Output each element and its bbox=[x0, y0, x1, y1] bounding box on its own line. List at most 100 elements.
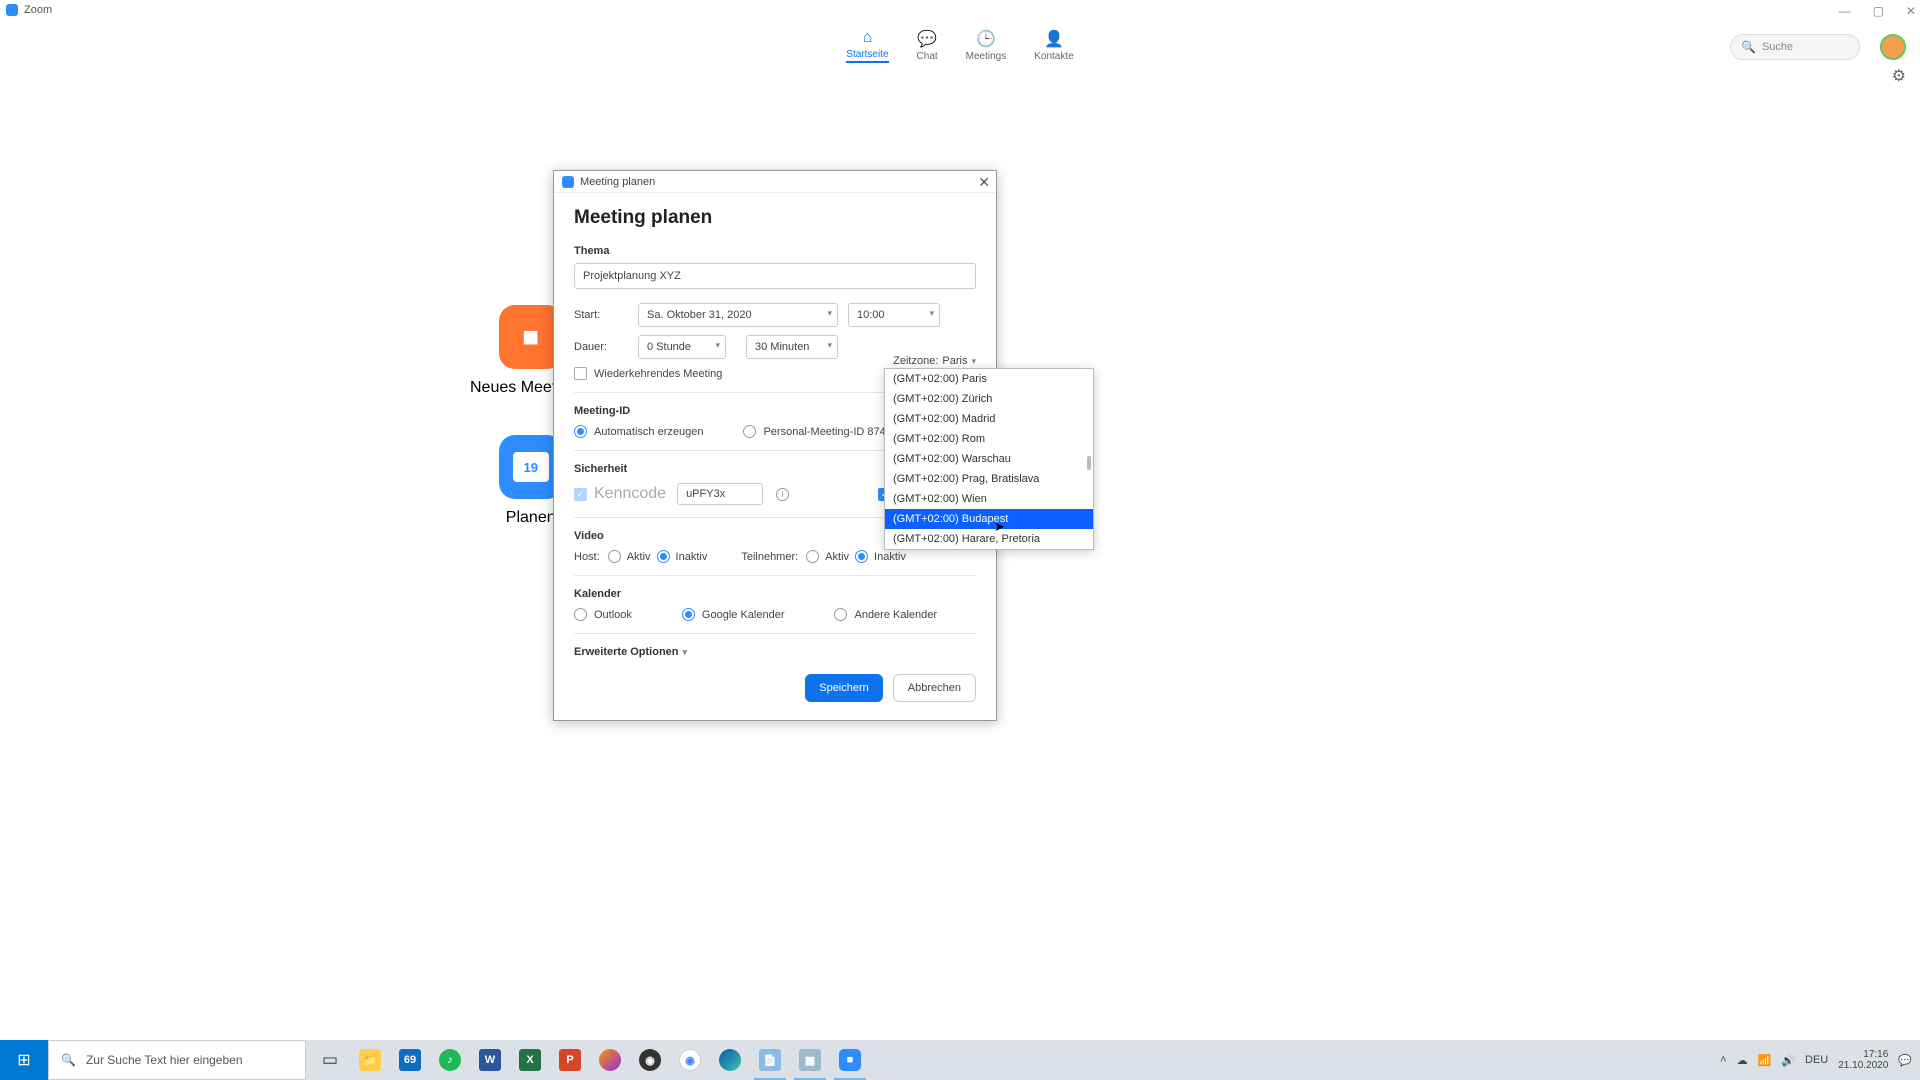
tray-chevron-icon[interactable]: ˄ bbox=[1720, 1054, 1726, 1066]
nav-meetings[interactable]: 🕒 Meetings bbox=[966, 29, 1007, 63]
taskbar-search-placeholder: Zur Suche Text hier eingeben bbox=[86, 1053, 243, 1067]
timezone-option[interactable]: (GMT+02:00) Wien bbox=[885, 489, 1093, 509]
andere-radio[interactable] bbox=[834, 608, 847, 621]
kenncode-label: Kenncode bbox=[594, 485, 666, 503]
nav-contacts[interactable]: 👤 Kontakte bbox=[1034, 29, 1073, 63]
duration-minutes-dropdown[interactable]: 30 Minuten bbox=[746, 335, 838, 359]
advanced-options-toggle[interactable]: Erweiterte Optionen ▾ bbox=[574, 646, 976, 658]
start-button[interactable]: ⊞ bbox=[0, 1040, 48, 1080]
search-input[interactable]: 🔍 Suche bbox=[1730, 34, 1860, 60]
taskbar-search[interactable]: 🔍 Zur Suche Text hier eingeben bbox=[48, 1040, 306, 1080]
window-controls: — ▢ ✕ bbox=[1839, 4, 1916, 18]
chat-icon: 💬 bbox=[917, 29, 937, 49]
edge-icon[interactable] bbox=[710, 1040, 750, 1080]
timezone-option[interactable]: (GMT+02:00) Warschau bbox=[885, 449, 1093, 469]
timezone-option[interactable]: (GMT+02:00) Rom bbox=[885, 429, 1093, 449]
teilnehmer-inaktiv-radio[interactable] bbox=[855, 550, 868, 563]
google-label: Google Kalender bbox=[702, 609, 785, 621]
language-indicator[interactable]: DEU bbox=[1805, 1054, 1828, 1066]
google-radio[interactable] bbox=[682, 608, 695, 621]
timezone-option[interactable]: (GMT+02:00) Prag, Bratislava bbox=[885, 469, 1093, 489]
chevron-down-icon: ▾ bbox=[971, 356, 976, 367]
personal-id-radio[interactable] bbox=[743, 425, 756, 438]
search-icon: 🔍 bbox=[61, 1053, 76, 1067]
notifications-icon[interactable]: 💬 bbox=[1898, 1054, 1912, 1067]
settings-gear-icon[interactable]: ⚙ bbox=[1892, 66, 1906, 86]
host-inaktiv-radio[interactable] bbox=[657, 550, 670, 563]
minimize-button[interactable]: — bbox=[1839, 4, 1851, 18]
duration-hours-dropdown[interactable]: 0 Stunde bbox=[638, 335, 726, 359]
windows-taskbar: ⊞ 🔍 Zur Suche Text hier eingeben ▭ 📁 69 … bbox=[0, 1040, 1920, 1080]
save-button[interactable]: Speichern bbox=[805, 674, 883, 702]
app-icon[interactable]: ▦ bbox=[790, 1040, 830, 1080]
cloud-icon[interactable]: ☁ bbox=[1737, 1054, 1748, 1067]
timezone-option[interactable]: (GMT+02:00) Harare, Pretoria bbox=[885, 529, 1093, 549]
dialog-title-text: Meeting planen bbox=[580, 176, 655, 188]
close-window-button[interactable]: ✕ bbox=[1906, 4, 1916, 18]
teilnehmer-inaktiv-label: Inaktiv bbox=[874, 551, 906, 563]
file-explorer-icon[interactable]: 📁 bbox=[350, 1040, 390, 1080]
obs-icon[interactable]: ◉ bbox=[630, 1040, 670, 1080]
clock[interactable]: 17:16 21.10.2020 bbox=[1838, 1049, 1888, 1072]
nav-home[interactable]: ⌂ Startseite bbox=[846, 29, 888, 63]
nav-contacts-label: Kontakte bbox=[1034, 51, 1073, 62]
wifi-icon[interactable]: 📶 bbox=[1758, 1054, 1772, 1067]
kenncode-checkbox[interactable]: ✓ bbox=[574, 488, 587, 501]
host-label: Host: bbox=[574, 551, 600, 563]
scrollbar[interactable] bbox=[1087, 371, 1091, 547]
teilnehmer-aktiv-radio[interactable] bbox=[806, 550, 819, 563]
spotify-icon[interactable]: ♪ bbox=[430, 1040, 470, 1080]
excel-icon[interactable]: X bbox=[510, 1040, 550, 1080]
nav-chat[interactable]: 💬 Chat bbox=[917, 29, 938, 63]
timezone-label: Zeitzone: bbox=[893, 355, 938, 367]
zoom-app-icon bbox=[6, 4, 18, 16]
zoom-taskbar-icon[interactable]: ■ bbox=[830, 1040, 870, 1080]
host-aktiv-label: Aktiv bbox=[627, 551, 651, 563]
cancel-button[interactable]: Abbrechen bbox=[893, 674, 976, 702]
timezone-option[interactable]: (GMT+02:00) Paris bbox=[885, 369, 1093, 389]
system-tray: ˄ ☁ 📶 🔊 DEU 17:16 21.10.2020 💬 bbox=[1720, 1040, 1912, 1080]
firefox-icon[interactable] bbox=[590, 1040, 630, 1080]
timezone-option[interactable]: (GMT+02:00) Zürich bbox=[885, 389, 1093, 409]
volume-icon[interactable]: 🔊 bbox=[1781, 1054, 1795, 1067]
maximize-button[interactable]: ▢ bbox=[1873, 4, 1884, 18]
timezone-dropdown-popup: (GMT+02:00) Paris (GMT+02:00) Zürich (GM… bbox=[884, 368, 1094, 550]
top-nav: ⌂ Startseite 💬 Chat 🕒 Meetings 👤 Kontakt… bbox=[0, 20, 1920, 72]
recurring-checkbox[interactable] bbox=[574, 367, 587, 380]
search-placeholder: Suche bbox=[1762, 41, 1793, 53]
recurring-label: Wiederkehrendes Meeting bbox=[594, 368, 722, 380]
dialog-app-icon bbox=[562, 176, 574, 188]
chrome-icon[interactable]: ◉ bbox=[670, 1040, 710, 1080]
start-date-dropdown[interactable]: Sa. Oktober 31, 2020 bbox=[638, 303, 838, 327]
timezone-value: Paris bbox=[942, 355, 967, 367]
window-title: Zoom bbox=[24, 4, 52, 16]
task-view-icon[interactable]: ▭ bbox=[310, 1040, 350, 1080]
teilnehmer-label: Teilnehmer: bbox=[741, 551, 798, 563]
auto-id-radio[interactable] bbox=[574, 425, 587, 438]
timezone-selector[interactable]: Zeitzone: Paris ▾ bbox=[893, 355, 976, 367]
powerpoint-icon[interactable]: P bbox=[550, 1040, 590, 1080]
outlook-radio[interactable] bbox=[574, 608, 587, 621]
home-icon: ⌂ bbox=[863, 29, 873, 47]
host-aktiv-radio[interactable] bbox=[608, 550, 621, 563]
timezone-option[interactable]: (GMT+02:00) Madrid bbox=[885, 409, 1093, 429]
word-icon[interactable]: W bbox=[470, 1040, 510, 1080]
start-label: Start: bbox=[574, 309, 628, 321]
outlook-label: Outlook bbox=[594, 609, 632, 621]
thema-input[interactable] bbox=[574, 263, 976, 289]
timezone-option-selected[interactable]: (GMT+02:00) Budapest bbox=[885, 509, 1093, 529]
info-icon[interactable]: i bbox=[776, 488, 789, 501]
start-time-dropdown[interactable]: 10:00 bbox=[848, 303, 940, 327]
thema-label: Thema bbox=[574, 245, 976, 257]
nav-chat-label: Chat bbox=[917, 51, 938, 62]
kenncode-input[interactable] bbox=[677, 483, 763, 505]
schedule-label: Planen bbox=[506, 509, 556, 527]
notepad-icon[interactable]: 📄 bbox=[750, 1040, 790, 1080]
teilnehmer-aktiv-label: Aktiv bbox=[825, 551, 849, 563]
dialog-close-button[interactable]: ✕ bbox=[978, 174, 990, 191]
user-avatar[interactable] bbox=[1880, 34, 1906, 60]
mail-icon[interactable]: 69 bbox=[390, 1040, 430, 1080]
chevron-down-icon: ▾ bbox=[683, 647, 688, 658]
kalender-heading: Kalender bbox=[574, 588, 976, 600]
dauer-label: Dauer: bbox=[574, 341, 628, 353]
